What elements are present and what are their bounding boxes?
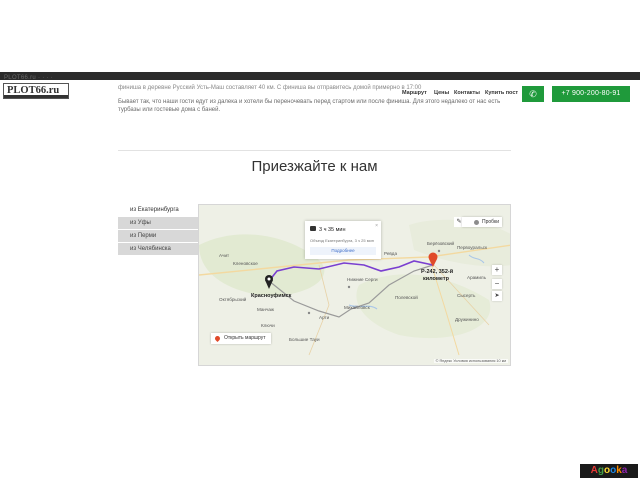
map-label: Арти xyxy=(319,315,330,320)
map-label: Арамиль xyxy=(467,275,486,280)
tab-perm[interactable]: из Перми xyxy=(118,230,198,242)
nav-prices[interactable]: Цены xyxy=(434,90,449,96)
start-label-2: километр xyxy=(423,276,449,282)
map-label: Полевской xyxy=(395,295,418,300)
tab-ufa[interactable]: из Уфы xyxy=(118,217,198,229)
zoom-out-button[interactable]: − xyxy=(492,279,502,289)
origin-tabs: из Екатеринбурга из Уфы из Перми из Челя… xyxy=(118,204,198,256)
city-dot xyxy=(347,285,351,289)
route-subtext: Объезд Екатеринбурга, 3 ч 25 мин xyxy=(310,238,374,243)
city-dot xyxy=(307,311,311,315)
traffic-button[interactable]: Пробки xyxy=(462,217,502,227)
map-label: Манчаж xyxy=(257,307,274,312)
map-label: Дружинино xyxy=(455,317,479,322)
logo-underline xyxy=(4,95,68,98)
open-route-label: Открыть маршрут xyxy=(224,335,266,341)
route-details-button[interactable]: Подробнее xyxy=(310,247,376,255)
tab-ekaterinburg[interactable]: из Екатеринбурга xyxy=(118,204,198,216)
nav-buy-post[interactable]: Купить пост xyxy=(485,90,518,96)
map-label: Ревда xyxy=(384,251,398,256)
city-dot xyxy=(437,249,441,253)
intro-line-2: Бывает так, что наши гости едут из далек… xyxy=(118,99,501,105)
nav-contacts[interactable]: Контакты xyxy=(454,90,480,96)
open-route-button[interactable]: Открыть маршрут xyxy=(211,333,271,344)
car-icon xyxy=(310,226,316,231)
map-label: Октябрьский xyxy=(219,297,247,302)
destination-label: Красноуфимск xyxy=(251,293,292,299)
map-label: Сысерть xyxy=(457,293,476,298)
map-label: Михайловск xyxy=(344,305,370,310)
watermark-logo: Agooka xyxy=(580,464,638,478)
route-time: 3 ч 35 мин xyxy=(319,227,346,233)
destination-marker-dot xyxy=(267,277,271,281)
map-label: Большие Тауи xyxy=(289,337,320,342)
intro-line-1: финиша в деревне Русский Усть-Маш состав… xyxy=(118,85,422,91)
zoom-in-button[interactable]: + xyxy=(492,265,502,275)
traffic-icon xyxy=(474,220,479,225)
section-divider xyxy=(118,150,511,151)
map-label: Ачит xyxy=(219,253,230,258)
route-popup: 3 ч 35 мин × Объезд Екатеринбурга, 3 ч 2… xyxy=(305,221,381,259)
map-label: Первоуральск xyxy=(457,245,488,250)
traffic-label: Пробки xyxy=(482,219,499,225)
whatsapp-button[interactable]: ✆ xyxy=(522,86,544,102)
phone-button[interactable]: +7 900-200-80-91 xyxy=(552,86,630,102)
map-copyright[interactable]: © Яндекс Условия использования 10 км xyxy=(433,359,508,363)
map-label: Нижние Серги xyxy=(347,277,378,282)
pin-icon xyxy=(213,334,222,343)
close-icon[interactable]: × xyxy=(375,223,378,229)
whatsapp-icon: ✆ xyxy=(529,89,537,99)
forest-area xyxy=(356,274,491,339)
map-label: Берёзовский xyxy=(427,241,455,246)
start-label-1: Р-242, 352-й xyxy=(421,269,454,275)
tab-chelyabinsk[interactable]: из Челябинска xyxy=(118,243,198,255)
section-title: Приезжайте к нам xyxy=(251,158,378,175)
intro-line-3: турбазы или гостевые дома с баней. xyxy=(118,107,221,113)
location-icon[interactable]: ➤ xyxy=(492,291,502,301)
map-label: Кленовское xyxy=(233,261,258,266)
route-map[interactable]: Берёзовский Ачит Кленовское Бисерть Ревд… xyxy=(198,204,511,366)
site-logo[interactable]: PLOT66.ru xyxy=(3,83,69,99)
map-label: Ключи xyxy=(261,323,275,328)
